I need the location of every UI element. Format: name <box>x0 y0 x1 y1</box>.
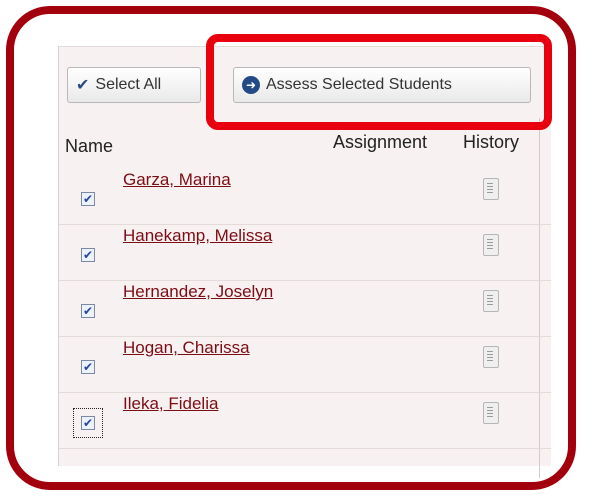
student-name-link[interactable]: Garza, Marina <box>123 170 231 190</box>
history-document-icon[interactable] <box>483 234 499 256</box>
table-row: ✔ Garza, Marina <box>59 168 551 225</box>
highlight-callout <box>206 34 552 130</box>
history-document-icon[interactable] <box>483 346 499 368</box>
student-name-link[interactable]: Hogan, Charissa <box>123 338 250 358</box>
history-document-icon[interactable] <box>483 290 499 312</box>
student-checkbox[interactable]: ✔ <box>81 248 95 262</box>
student-name-link[interactable]: Hanekamp, Melissa <box>123 226 272 246</box>
table-row: ✔ Hogan, Charissa <box>59 336 551 393</box>
select-all-button[interactable]: ✔ Select All <box>67 67 201 103</box>
table-row: ✔ Ileka, Fidelia <box>59 392 551 449</box>
student-checkbox[interactable]: ✔ <box>81 304 95 318</box>
assignment-column-header: Assignment <box>333 132 428 152</box>
student-checkbox[interactable]: ✔ <box>81 192 95 206</box>
select-all-label: Select All <box>95 76 162 93</box>
history-document-icon[interactable] <box>483 402 499 424</box>
history-document-icon[interactable] <box>483 178 499 200</box>
student-name-link[interactable]: Ileka, Fidelia <box>123 394 218 414</box>
table-row: ✔ Hanekamp, Melissa <box>59 224 551 281</box>
name-column-header: Name <box>65 136 114 156</box>
table-row: ✔ Hernandez, Joselyn <box>59 280 551 337</box>
student-checkbox[interactable]: ✔ <box>81 416 95 430</box>
student-name-link[interactable]: Hernandez, Joselyn <box>123 282 273 302</box>
checkmark-icon: ✔ <box>76 77 90 94</box>
table-header: Name Assignment History <box>59 132 551 162</box>
student-checkbox[interactable]: ✔ <box>81 360 95 374</box>
history-column-header: History <box>463 132 520 152</box>
